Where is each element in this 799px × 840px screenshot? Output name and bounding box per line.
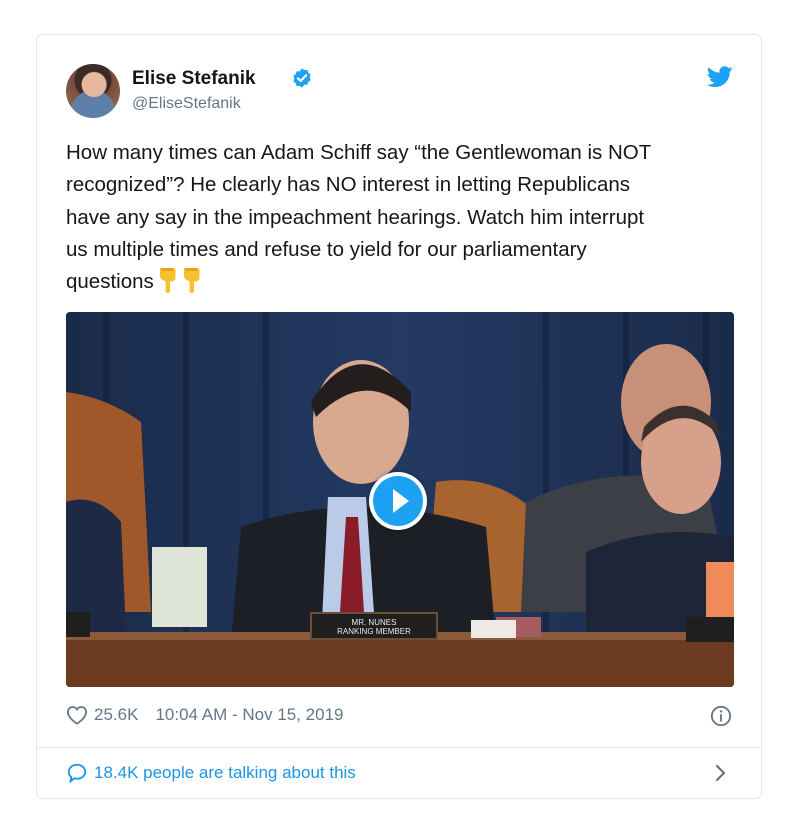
- tweet-card[interactable]: Elise Stefanik @EliseStefanik How many t…: [36, 34, 762, 799]
- tweet-text-line: us multiple times and refuse to yield fo…: [66, 237, 587, 261]
- heart-icon[interactable]: [66, 705, 88, 725]
- author-handle[interactable]: @EliseStefanik: [132, 95, 241, 113]
- pointing-down-icon: [183, 268, 200, 294]
- pointing-down-icon: [159, 268, 176, 294]
- tweet-text-line: How many times can Adam Schiff say “the …: [66, 141, 652, 164]
- speech-bubble-icon: [67, 763, 87, 784]
- nameplate-line: MR. NUNES: [351, 618, 397, 627]
- avatar[interactable]: [66, 64, 120, 118]
- author-name[interactable]: Elise Stefanik: [132, 68, 256, 90]
- tweet-text-line: questions: [66, 270, 154, 294]
- conversation-link[interactable]: 18.4K people are talking about this: [66, 762, 356, 784]
- twitter-bird-icon[interactable]: [707, 66, 733, 88]
- video-player[interactable]: MR. NUNES RANKING MEMBER: [66, 312, 734, 687]
- info-icon[interactable]: [710, 705, 732, 727]
- tweet-text-line-last: questions: [66, 266, 736, 298]
- tweet-text: How many times can Adam Schiff say “the …: [66, 137, 736, 298]
- chevron-right-icon[interactable]: [713, 764, 727, 782]
- like-count[interactable]: 25.6K: [94, 705, 138, 725]
- divider: [37, 747, 761, 748]
- verified-badge-icon: [293, 68, 311, 88]
- tweet-meta: 25.6K 10:04 AM - Nov 15, 2019: [66, 705, 344, 725]
- play-button[interactable]: [369, 472, 427, 530]
- tweet-text-line: recognized”? He clearly has NO interest …: [66, 173, 631, 197]
- conversation-text[interactable]: 18.4K people are talking about this: [94, 763, 356, 783]
- video-nameplate: MR. NUNES RANKING MEMBER: [310, 612, 438, 640]
- nameplate-line: RANKING MEMBER: [337, 627, 411, 636]
- timestamp[interactable]: 10:04 AM - Nov 15, 2019: [155, 705, 343, 725]
- tweet-text-line: have any say in the impeachment hearings…: [66, 205, 645, 229]
